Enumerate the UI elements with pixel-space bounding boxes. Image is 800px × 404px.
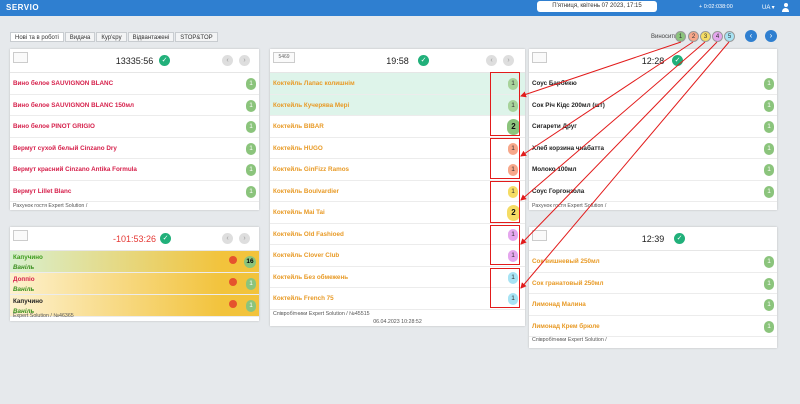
- arrow-course-4: [520, 41, 718, 245]
- arrow-course-2: [520, 41, 694, 157]
- arrow-course-1: [520, 41, 682, 98]
- arrow-course-5: [520, 41, 730, 289]
- arrow-course-3: [520, 41, 706, 201]
- annotation-arrows: [520, 41, 730, 289]
